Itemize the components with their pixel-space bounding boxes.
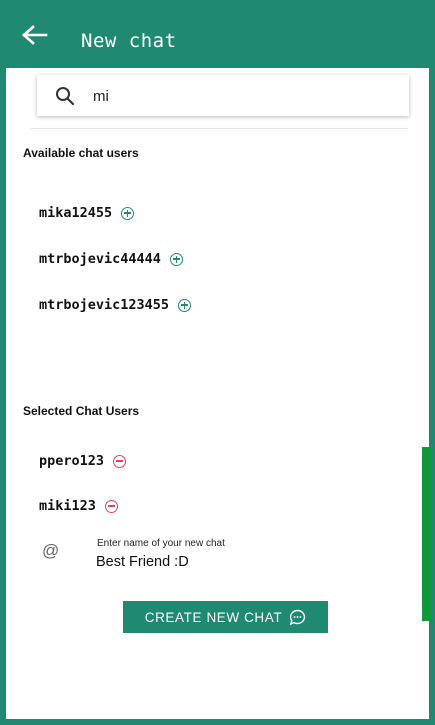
selected-user-row: miki123 (39, 495, 118, 517)
user-name: miki123 (39, 498, 96, 514)
available-users-heading: Available chat users (23, 146, 139, 160)
search-input[interactable] (93, 84, 393, 108)
scrollbar-thumb[interactable] (422, 447, 431, 621)
add-user-icon[interactable] (178, 298, 192, 312)
arrow-left-icon (22, 25, 48, 45)
chat-name-input[interactable]: Best Friend :D (96, 554, 189, 570)
create-button-label: CREATE NEW CHAT (144, 609, 283, 625)
page-title: New chat (81, 30, 177, 52)
back-button[interactable] (22, 24, 50, 46)
available-user-row: mika12455 (39, 202, 135, 224)
chat-name-label: Enter name of your new chat (97, 538, 225, 549)
user-name: mtrbojevic123455 (39, 297, 170, 313)
available-user-row: mtrbojevic44444 (39, 248, 183, 270)
at-sign-icon: @ (42, 541, 60, 560)
remove-user-icon[interactable] (104, 499, 118, 513)
remove-user-icon[interactable] (113, 454, 127, 468)
create-new-chat-button[interactable]: CREATE NEW CHAT (123, 601, 328, 633)
add-user-icon[interactable] (169, 252, 183, 266)
user-name: mika12455 (39, 205, 113, 221)
search-icon (56, 87, 75, 106)
selected-user-row: ppero123 (39, 450, 127, 472)
available-user-row: mtrbojevic123455 (39, 294, 192, 316)
add-user-icon[interactable] (121, 206, 135, 220)
chat-bubble-icon (289, 609, 306, 625)
divider (30, 128, 408, 129)
user-name: ppero123 (39, 453, 105, 469)
selected-users-heading: Selected Chat Users (23, 404, 140, 418)
search-box[interactable] (37, 75, 409, 116)
user-name: mtrbojevic44444 (39, 251, 161, 267)
app-bar: New chat (0, 0, 435, 68)
